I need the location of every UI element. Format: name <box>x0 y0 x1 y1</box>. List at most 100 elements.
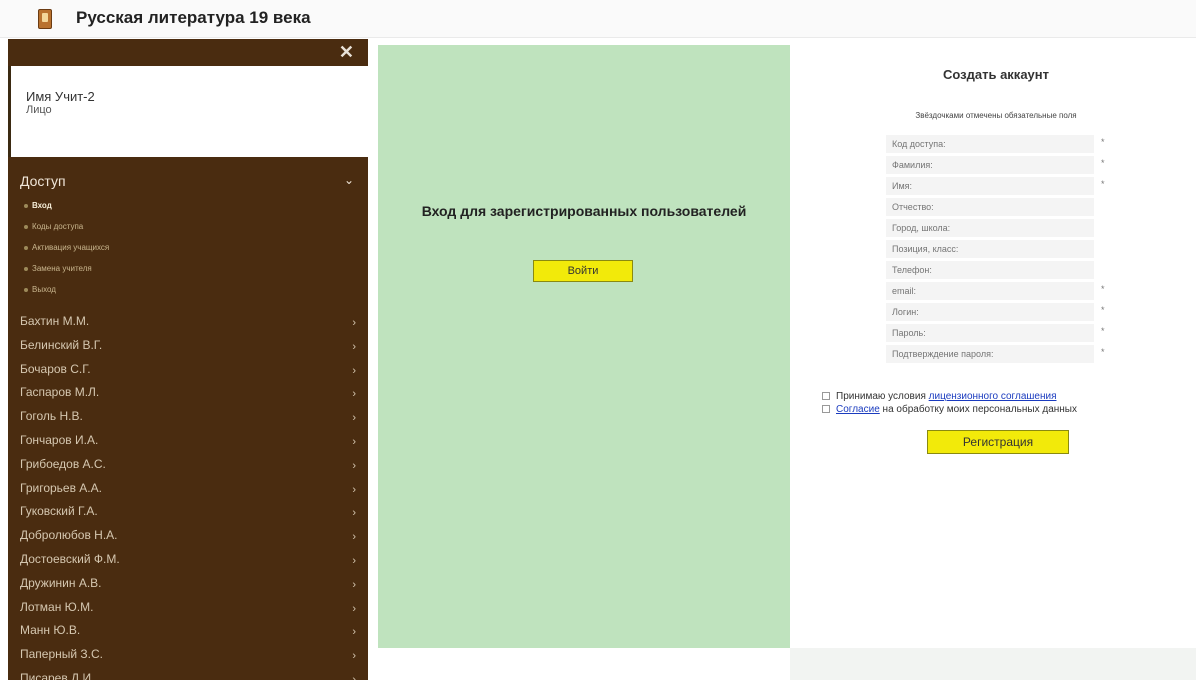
chevron-right-icon: › <box>352 340 356 353</box>
registration-input[interactable] <box>886 282 1094 301</box>
sidebar-item-label: Гончаров И.А. <box>20 432 99 447</box>
author-list: Бахтин М.М. › Белинский В.Г. › Бочаров С.Г. ›… <box>8 309 368 680</box>
chevron-right-icon: › <box>352 531 356 544</box>
sidebar-item-author[interactable]: Гуковский Г.А. › <box>8 499 368 523</box>
app-title: Русская литература 19 века <box>76 8 311 27</box>
registration-field-row <box>886 239 1106 260</box>
license-agreement-row: Принимаю условия лицензионного соглашени… <box>822 390 1077 403</box>
sidebar-item-author[interactable]: Гончаров И.А. › <box>8 428 368 452</box>
sidebar-item-author[interactable]: Бахтин М.М. › <box>8 309 368 333</box>
login-button[interactable]: Войти <box>533 260 633 282</box>
consent-checkbox[interactable] <box>822 405 830 414</box>
sidebar-item-label: Белинский В.Г. <box>20 337 103 352</box>
registration-field-row: * <box>886 344 1106 365</box>
registration-input[interactable] <box>886 240 1094 259</box>
sidebar-sublist: Вход Коды доступа Активация учащихся Зам… <box>8 195 368 300</box>
registration-input[interactable] <box>886 219 1094 238</box>
sidebar-item-author[interactable]: Достоевский Ф.М. › <box>8 547 368 571</box>
chevron-right-icon: › <box>352 317 356 329</box>
registration-field-row: * <box>886 302 1106 323</box>
sidebar-item-author[interactable]: Дружинин А.В. › <box>8 571 368 595</box>
registration-input[interactable] <box>886 156 1094 175</box>
sidebar-section-access[interactable]: Доступ ⌄ <box>8 165 368 195</box>
sidebar-item-label: Бахтин М.М. <box>20 314 90 328</box>
bullet-icon <box>24 287 28 292</box>
chevron-right-icon: › <box>352 483 356 496</box>
sidebar-item-label: Паперный З.С. <box>20 647 104 662</box>
sidebar-item-author[interactable]: Григорьев А.А. › <box>8 476 368 500</box>
bullet-icon <box>24 224 28 229</box>
license-link[interactable]: лицензионного соглашения <box>929 391 1057 402</box>
sidebar-item-author[interactable]: Манн Ю.В. › <box>8 618 368 642</box>
sidebar-section-label: Доступ <box>20 173 66 189</box>
footer-strip <box>790 648 1196 680</box>
registration-field-row: * <box>886 176 1106 197</box>
registration-field-row: * <box>886 281 1106 302</box>
chevron-right-icon: › <box>352 364 356 377</box>
registration-panel: Создать аккаунт Звёздочками отмечены обя… <box>796 45 1196 645</box>
chevron-right-icon: › <box>352 602 356 615</box>
user-name: Имя Учит-2 <box>26 89 95 104</box>
required-star: * <box>1101 284 1105 294</box>
consent-row: Согласие на обработку моих персональных … <box>822 403 1077 416</box>
sidebar-subitem-label: Выход <box>32 285 56 294</box>
registration-field-row <box>886 197 1106 218</box>
sidebar-item-author[interactable]: Белинский В.Г. › <box>8 333 368 357</box>
sidebar-subitem-activate-students[interactable]: Активация учащихся <box>8 237 368 258</box>
chevron-right-icon: › <box>352 626 356 639</box>
sidebar-item-author[interactable]: Гоголь Н.В. › <box>8 404 368 428</box>
bullet-icon <box>24 266 28 271</box>
registration-input[interactable] <box>886 198 1094 217</box>
sidebar-item-label: Лотман Ю.М. <box>20 599 94 614</box>
close-icon[interactable]: ✕ <box>339 42 354 63</box>
registration-fields: * * * * * * * <box>886 134 1106 365</box>
registration-input[interactable] <box>886 177 1094 196</box>
sidebar-item-label: Достоевский Ф.М. <box>20 551 120 566</box>
chevron-right-icon: › <box>352 578 356 591</box>
bullet-icon <box>24 203 28 208</box>
book-icon <box>38 9 52 29</box>
user-card: Имя Учит-2 Лицо <box>8 66 368 157</box>
login-heading: Вход для зарегистрированных пользователе… <box>421 203 747 219</box>
sidebar-item-author[interactable]: Грибоедов А.С. › <box>8 452 368 476</box>
register-button[interactable]: Регистрация <box>927 430 1069 454</box>
required-star: * <box>1101 158 1105 168</box>
sidebar-item-label: Гаспаров М.Л. <box>20 385 100 400</box>
consent-link[interactable]: Согласие <box>836 404 880 415</box>
sidebar-item-label: Гуковский Г.А. <box>20 504 98 519</box>
sidebar-item-author[interactable]: Писарев Д.И. › <box>8 666 368 680</box>
chevron-right-icon: › <box>352 673 356 680</box>
sidebar-subitem-replace-teacher[interactable]: Замена учителя <box>8 258 368 279</box>
sidebar-subitem-logout[interactable]: Выход <box>8 279 368 300</box>
sidebar-item-author[interactable]: Бочаров С.Г. › <box>8 357 368 381</box>
registration-input[interactable] <box>886 261 1094 280</box>
sidebar: ✕ Имя Учит-2 Лицо Доступ ⌄ Вход Коды дос… <box>8 39 368 680</box>
user-role: Лицо <box>26 104 52 116</box>
sidebar-item-author[interactable]: Гаспаров М.Л. › <box>8 380 368 404</box>
sidebar-subitem-label: Вход <box>32 201 52 210</box>
sidebar-subitem-login[interactable]: Вход <box>8 195 368 216</box>
registration-title: Создать аккаунт <box>943 67 1049 82</box>
registration-input[interactable] <box>886 135 1094 154</box>
registration-field-row <box>886 260 1106 281</box>
license-checkbox[interactable] <box>822 392 830 401</box>
sidebar-subitem-access-codes[interactable]: Коды доступа <box>8 216 368 237</box>
registration-input[interactable] <box>886 324 1094 343</box>
sidebar-item-label: Писарев Д.И. <box>20 670 95 680</box>
sidebar-item-label: Добролюбов Н.А. <box>20 528 118 543</box>
registration-input[interactable] <box>886 303 1094 322</box>
sidebar-item-label: Бочаров С.Г. <box>20 361 91 376</box>
login-panel: Вход для зарегистрированных пользователе… <box>378 45 790 648</box>
top-bar: Русская литература 19 века <box>0 0 1196 38</box>
registration-input[interactable] <box>886 345 1094 364</box>
sidebar-item-author[interactable]: Лотман Ю.М. › <box>8 595 368 619</box>
registration-field-row <box>886 218 1106 239</box>
sidebar-item-label: Дружинин А.В. <box>20 575 102 590</box>
registration-field-row: * <box>886 323 1106 344</box>
chevron-right-icon: › <box>352 435 356 448</box>
sidebar-item-author[interactable]: Добролюбов Н.А. › <box>8 523 368 547</box>
registration-field-row: * <box>886 155 1106 176</box>
sidebar-item-label: Грибоедов А.С. <box>20 456 106 471</box>
chevron-right-icon: › <box>352 554 356 567</box>
sidebar-item-author[interactable]: Паперный З.С. › <box>8 642 368 666</box>
